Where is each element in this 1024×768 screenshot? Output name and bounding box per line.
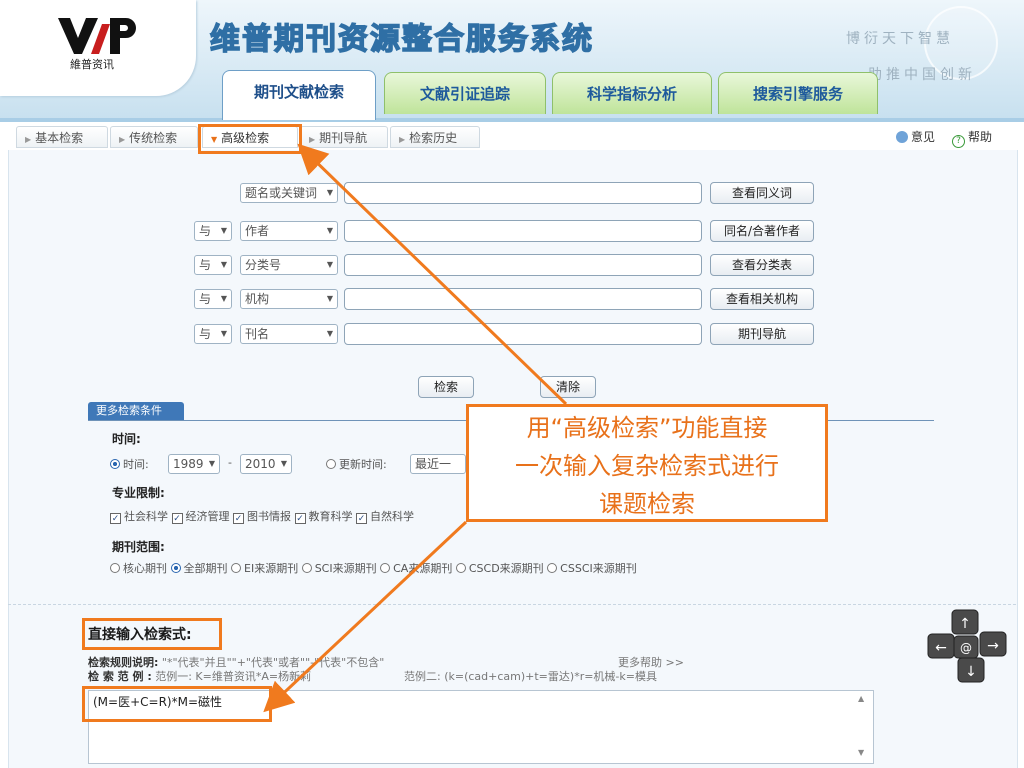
arrow-to-advanced-tab: [297, 143, 568, 406]
callout-box: 用“高级检索”功能直接 一次输入复杂检索式进行 课题检索: [466, 404, 828, 522]
annotation-arrows: [263, 143, 568, 713]
arrow-to-expression: [263, 520, 468, 713]
